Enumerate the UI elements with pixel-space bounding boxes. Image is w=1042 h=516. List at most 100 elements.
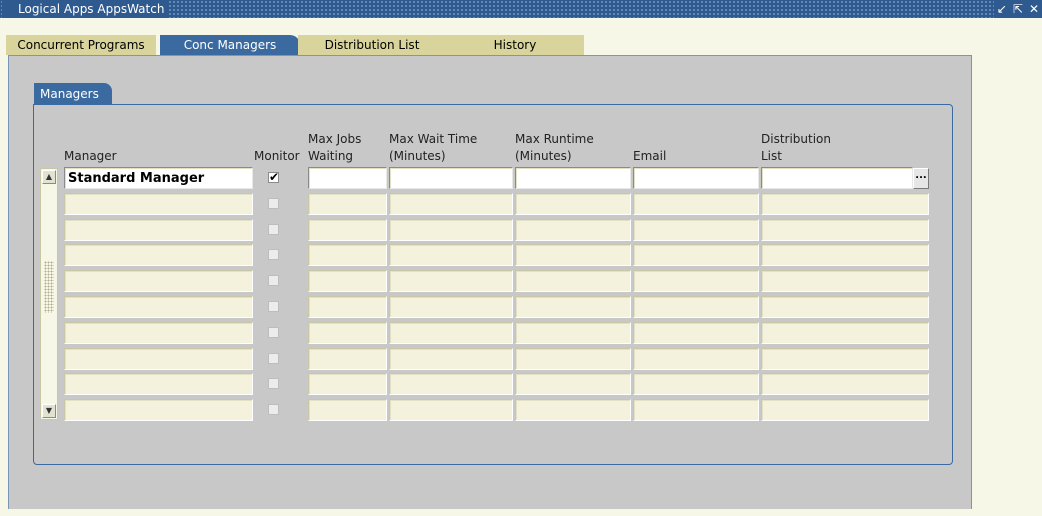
close-icon[interactable]: ✕ xyxy=(1029,2,1039,16)
manager-field[interactable] xyxy=(64,321,253,344)
tab-distribution-list[interactable]: Distribution List xyxy=(298,35,446,55)
monitor-checkbox[interactable]: ✔ xyxy=(268,170,280,184)
max_wait-field[interactable] xyxy=(389,270,513,293)
max_jobs-field[interactable] xyxy=(308,373,387,396)
distribution-field[interactable] xyxy=(761,270,929,293)
max_jobs-field[interactable] xyxy=(308,347,387,370)
header-monitor: Monitor xyxy=(254,149,300,163)
subtab-managers[interactable]: Managers xyxy=(34,83,112,105)
window-title-bar: Logical Apps AppsWatch ↙ ⇱ ✕ xyxy=(0,0,1042,18)
monitor-checkbox[interactable] xyxy=(268,275,279,287)
max_jobs-field[interactable] xyxy=(308,270,387,293)
max_jobs-field[interactable] xyxy=(308,296,387,318)
email-field[interactable] xyxy=(633,347,759,370)
max_runtime-field[interactable] xyxy=(515,347,631,370)
monitor-checkbox[interactable] xyxy=(268,249,279,261)
header-manager: Manager xyxy=(64,149,117,163)
header-max-runtime-line2: (Minutes) xyxy=(515,149,572,163)
checkmark-icon: ✔ xyxy=(269,170,280,184)
scroll-up-icon[interactable]: ▲ xyxy=(42,170,56,184)
max_jobs-field[interactable] xyxy=(308,399,387,422)
max_runtime-field[interactable] xyxy=(515,270,631,293)
minimize-icon[interactable]: ↙ xyxy=(997,2,1007,16)
tab-history[interactable]: History xyxy=(446,35,584,55)
max_jobs-field[interactable] xyxy=(308,167,387,189)
scroll-grip[interactable] xyxy=(44,261,54,313)
email-field[interactable] xyxy=(633,296,759,318)
max_wait-field[interactable] xyxy=(389,218,513,241)
max_jobs-field[interactable] xyxy=(308,321,387,344)
max_runtime-field[interactable] xyxy=(515,244,631,267)
max_jobs-field[interactable] xyxy=(308,218,387,241)
manager-field[interactable] xyxy=(64,347,253,370)
max_runtime-field[interactable] xyxy=(515,399,631,422)
monitor-checkbox[interactable] xyxy=(268,378,279,390)
max_wait-field[interactable] xyxy=(389,399,513,422)
manager-field[interactable] xyxy=(64,373,253,396)
max_wait-field[interactable] xyxy=(389,192,513,215)
email-field[interactable] xyxy=(633,218,759,241)
distribution-field[interactable] xyxy=(761,167,913,189)
manager-field[interactable] xyxy=(64,399,253,422)
monitor-checkbox[interactable] xyxy=(268,223,279,235)
monitor-checkbox[interactable] xyxy=(268,404,279,416)
manager-field[interactable] xyxy=(64,296,253,318)
max_runtime-field[interactable] xyxy=(515,192,631,215)
email-field[interactable] xyxy=(633,399,759,422)
distribution-field[interactable] xyxy=(761,296,929,318)
header-distribution-line2: List xyxy=(761,149,782,163)
manager-field[interactable] xyxy=(64,218,253,241)
monitor-checkbox[interactable] xyxy=(268,326,279,338)
tab-bar: Concurrent Programs Conc Managers Distri… xyxy=(0,18,1042,55)
distribution-field[interactable] xyxy=(761,218,929,241)
header-max-wait-line2: (Minutes) xyxy=(389,149,446,163)
max_wait-field[interactable] xyxy=(389,296,513,318)
max_wait-field[interactable] xyxy=(389,167,513,189)
email-field[interactable] xyxy=(633,192,759,215)
window-controls: ↙ ⇱ ✕ xyxy=(993,0,1042,18)
manager-field[interactable] xyxy=(64,270,253,293)
manager-field[interactable] xyxy=(64,192,253,215)
email-field[interactable] xyxy=(633,244,759,267)
list-of-values-button[interactable]: ... xyxy=(913,168,929,189)
manager-field[interactable] xyxy=(64,244,253,267)
max_runtime-field[interactable] xyxy=(515,373,631,396)
email-field[interactable] xyxy=(633,321,759,344)
restore-icon[interactable]: ⇱ xyxy=(1013,2,1023,16)
manager-field[interactable]: Standard Manager xyxy=(64,167,253,189)
monitor-checkbox[interactable] xyxy=(268,197,279,209)
email-field[interactable] xyxy=(633,373,759,396)
max_wait-field[interactable] xyxy=(389,321,513,344)
email-field[interactable] xyxy=(633,270,759,293)
distribution-field[interactable] xyxy=(761,321,929,344)
distribution-field[interactable] xyxy=(761,373,929,396)
max_jobs-field[interactable] xyxy=(308,244,387,267)
max_runtime-field[interactable] xyxy=(515,218,631,241)
distribution-field[interactable] xyxy=(761,192,929,215)
header-max-runtime-line1: Max Runtime xyxy=(515,132,594,146)
distribution-field[interactable] xyxy=(761,399,929,422)
max_wait-field[interactable] xyxy=(389,244,513,267)
max_runtime-field[interactable] xyxy=(515,167,631,189)
record-scrollbar[interactable]: ▲ ▼ xyxy=(40,168,58,420)
tab-bar-filler xyxy=(584,35,972,55)
max_runtime-field[interactable] xyxy=(515,296,631,318)
window-title: Logical Apps AppsWatch xyxy=(2,0,169,18)
distribution-field[interactable] xyxy=(761,244,929,267)
max_wait-field[interactable] xyxy=(389,373,513,396)
monitor-checkbox[interactable] xyxy=(268,301,279,312)
max_runtime-field[interactable] xyxy=(515,321,631,344)
header-max-wait-line1: Max Wait Time xyxy=(389,132,478,146)
distribution-field[interactable] xyxy=(761,347,929,370)
max_jobs-field[interactable] xyxy=(308,192,387,215)
header-max-jobs-line2: Waiting xyxy=(308,149,354,163)
header-max-jobs-line1: Max Jobs xyxy=(308,132,362,146)
max_wait-field[interactable] xyxy=(389,347,513,370)
scroll-down-icon[interactable]: ▼ xyxy=(42,404,56,418)
monitor-checkbox[interactable] xyxy=(268,352,279,364)
right-margin xyxy=(972,37,1042,516)
header-email: Email xyxy=(633,149,667,163)
email-field[interactable] xyxy=(633,167,759,189)
tab-conc-managers[interactable]: Conc Managers xyxy=(160,35,300,55)
tab-concurrent-programs[interactable]: Concurrent Programs xyxy=(6,35,156,55)
